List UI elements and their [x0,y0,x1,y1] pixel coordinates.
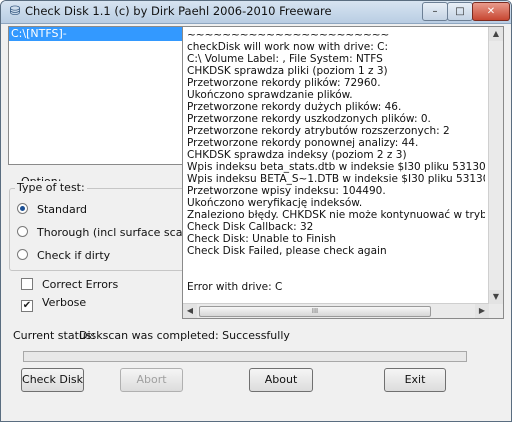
drive-list[interactable]: C:\[NTFS]- [8,26,185,165]
title-bar[interactable]: ⛁ Check Disk 1.1 (c) by Dirk Paehl 2006-… [1,1,511,24]
test-type-label: Type of test: [15,181,87,194]
checkbox-verbose[interactable]: ✔ Verbose [21,296,86,312]
log-line: Przetworzone rekordy uszkodzonych plików… [187,113,431,125]
drive-item-c[interactable]: C:\[NTFS]- [9,27,184,41]
log-line: Ukończono sprawdzanie plików. [187,89,353,101]
vertical-scrollbar[interactable]: ▲ ▼ [488,27,503,304]
scroll-left-icon[interactable]: ◀ [183,304,197,318]
radio-label: Thorough (incl surface scan) [37,226,194,239]
test-type-group: Type of test: Standard Thorough (incl su… [9,181,194,271]
log-line: Przetworzone rekordy plików: 72960. [187,77,381,89]
log-line: Check Disk Failed, please check again [187,245,387,257]
log-line: ~~~~~~~~~~~~~~~~~~~~~~~ [187,29,390,41]
horizontal-scrollbar[interactable]: ◀ III ▶ [183,303,489,318]
maximize-button[interactable]: □ [447,2,473,21]
about-button[interactable]: About [249,368,313,392]
close-button[interactable]: ✕ [472,2,510,21]
log-line: Check Disk Callback: 32 [187,221,314,233]
status-text: Diskscan was completed: Successfully [79,329,290,342]
exit-button[interactable]: Exit [384,368,446,392]
radio-check-if-dirty[interactable]: Check if dirty [17,249,110,262]
log-line: Ukończono weryfikację indeksów. [187,197,363,209]
radio-button[interactable] [17,203,28,214]
radio-label: Standard [37,203,88,216]
disk-icon: ⛁ [9,4,21,19]
abort-button[interactable]: Abort [120,368,183,392]
radio-thorough[interactable]: Thorough (incl surface scan) [17,226,194,239]
scroll-corner [489,304,503,318]
scroll-up-icon[interactable]: ▲ [489,27,503,41]
window-title: Check Disk 1.1 (c) by Dirk Paehl 2006-20… [25,4,332,18]
scroll-thumb[interactable]: III [199,306,431,317]
log-line: Przetworzone wpisy indeksu: 104490. [187,185,386,197]
minimize-button[interactable]: – [422,2,448,21]
log-lines: ~~~~~~~~~~~~~~~~~~~~~~~ checkDisk will wo… [187,29,485,303]
radio-label: Check if dirty [37,249,111,262]
log-line: Znaleziono błędy. CHKDSK nie może kontyn… [187,209,485,221]
log-line: Przetworzone rekordy ponownej analizy: 4… [187,137,419,149]
log-line: Error with drive: C [187,281,283,293]
app-window: ⛁ Check Disk 1.1 (c) by Dirk Paehl 2006-… [0,0,512,422]
checkbox-correct-errors[interactable]: Correct Errors [21,278,118,291]
radio-button[interactable] [17,226,28,237]
log-line: CHKDSK sprawdza pliki (poziom 1 z 3) [187,65,388,77]
log-line: Check Disk: Unable to Finish [187,233,336,245]
radio-button[interactable] [17,249,28,260]
log-output[interactable]: ~~~~~~~~~~~~~~~~~~~~~~~ checkDisk will wo… [182,26,504,319]
checkbox[interactable] [21,278,33,290]
log-line: Przetworzone rekordy atrybutów rozszerzo… [187,125,450,137]
log-line: CHKDSK sprawdza indeksy (poziom 2 z 3) [187,149,407,161]
progress-bar [23,351,467,362]
log-line: Wpis indeksu beta_stats.dtb w indeksie $… [187,161,485,173]
checkbox-label: Verbose [42,296,87,309]
log-line: Wpis indeksu BETA_S~1.DTB w indeksie $I3… [187,173,485,185]
scroll-right-icon[interactable]: ▶ [475,304,489,318]
radio-standard[interactable]: Standard [17,203,87,216]
check-disk-button[interactable]: Check Disk [21,368,84,392]
checkbox[interactable]: ✔ [21,300,33,312]
log-line: C:\ Volume Label: , File System: NTFS [187,53,383,65]
log-line: Przetworzone rekordy dużych plików: 46. [187,101,402,113]
scroll-down-icon[interactable]: ▼ [489,290,503,304]
checkbox-label: Correct Errors [42,278,119,291]
log-line: checkDisk will work now with drive: C: [187,41,388,53]
